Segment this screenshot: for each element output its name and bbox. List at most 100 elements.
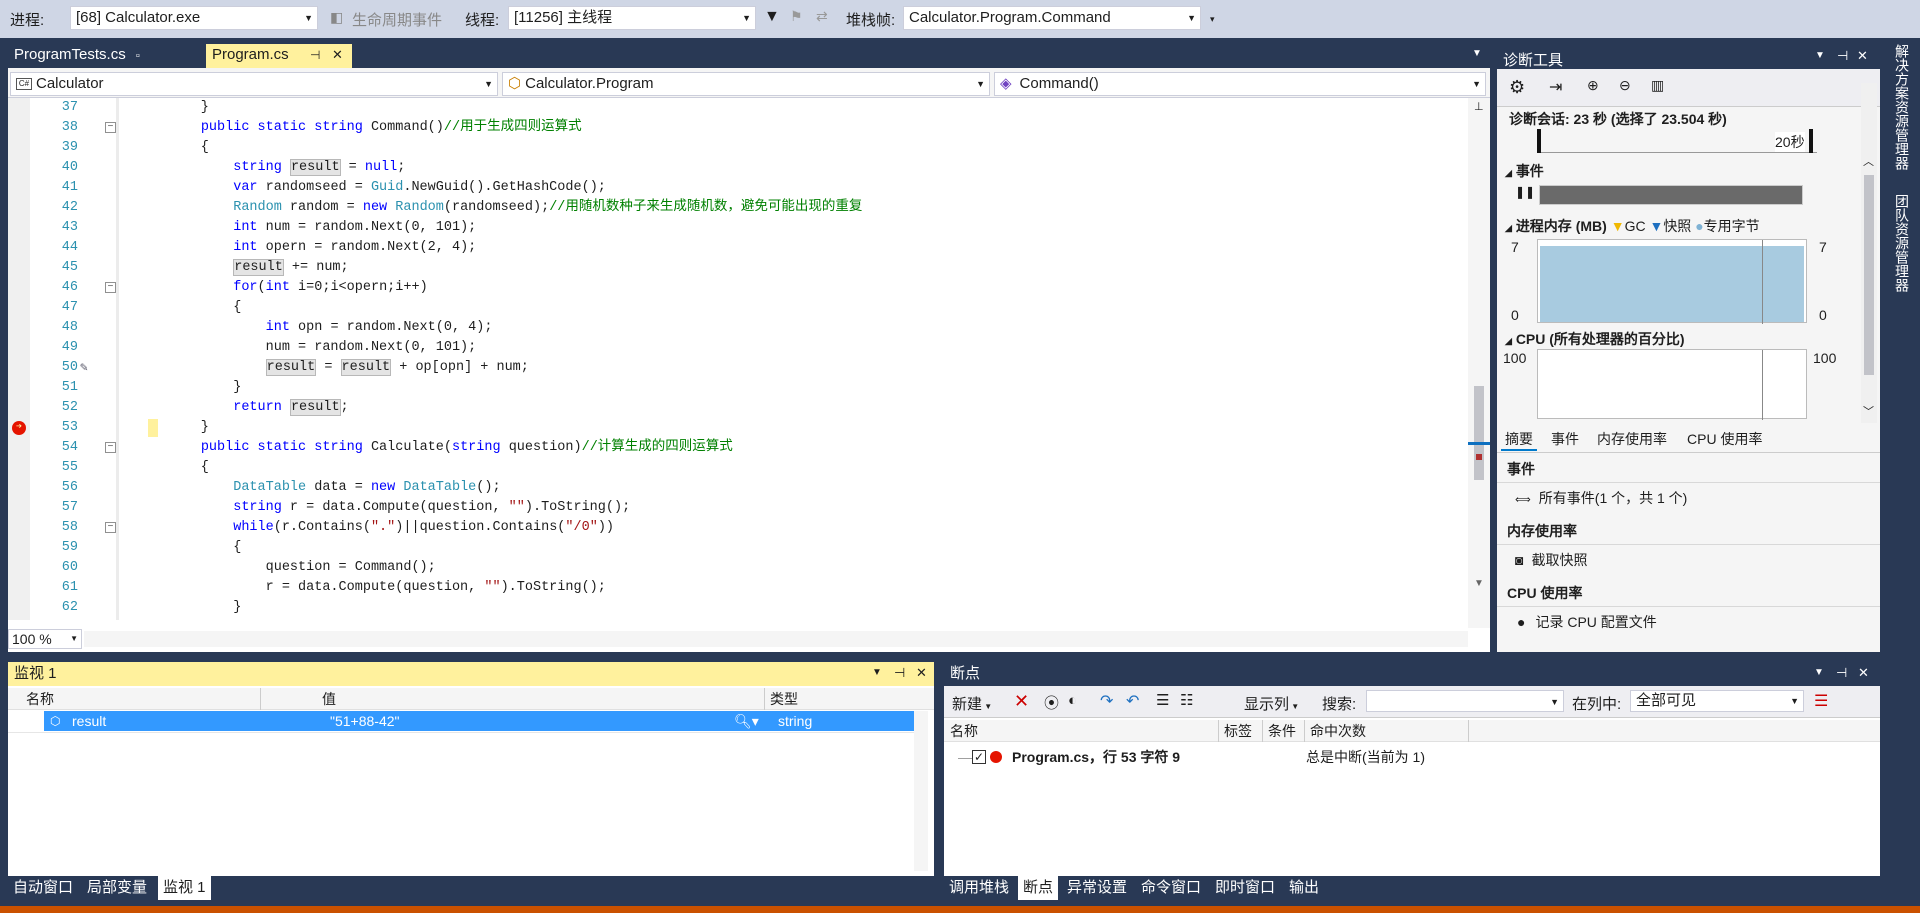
window-options-icon[interactable]: ▼: [1814, 667, 1824, 678]
goto-source-icon[interactable]: ☰: [1156, 691, 1169, 709]
cpu-chart[interactable]: [1537, 349, 1807, 420]
col-divider[interactable]: [260, 688, 261, 710]
tab-programtests[interactable]: ProgramTests.cs ▫: [8, 44, 206, 68]
selection-start[interactable]: [1537, 129, 1541, 153]
col-divider[interactable]: [1262, 720, 1263, 742]
code-text[interactable]: }: [136, 598, 241, 618]
watch-col-value[interactable]: 值: [322, 688, 336, 710]
import-icon[interactable]: ↶: [1126, 691, 1139, 711]
col-divider[interactable]: [1468, 720, 1469, 742]
code-line[interactable]: 63− while(r.Contains(".")): [8, 618, 1468, 620]
code-text[interactable]: Random random = new Random(randomseed);/…: [136, 198, 862, 218]
code-text[interactable]: string r = data.Compute(question, "").To…: [136, 498, 630, 518]
tab-memory[interactable]: 内存使用率: [1597, 429, 1667, 449]
code-line[interactable]: 42 Random random = new Random(randomseed…: [8, 198, 1468, 218]
swap-icon[interactable]: ⇄: [816, 8, 828, 25]
code-line[interactable]: 53 ➔ }: [8, 418, 1468, 438]
code-line[interactable]: 43 int num = random.Next(0, 101);: [8, 218, 1468, 238]
timeline-ruler[interactable]: 20秒: [1537, 129, 1817, 153]
code-text[interactable]: int opn = random.Next(0, 4);: [136, 318, 493, 338]
tab-locals[interactable]: 局部变量: [82, 876, 152, 900]
code-line[interactable]: 60 question = Command();: [8, 558, 1468, 578]
code-text[interactable]: string result = null;: [136, 158, 405, 178]
code-line[interactable]: 51 }: [8, 378, 1468, 398]
col-divider[interactable]: [1304, 720, 1305, 742]
collapse-outline-icon[interactable]: −: [105, 122, 116, 133]
tab-command-window[interactable]: 命令窗口: [1136, 876, 1206, 900]
pause-icon[interactable]: ❚❚: [1515, 185, 1535, 199]
chart-icon[interactable]: ▥: [1651, 77, 1664, 94]
new-breakpoint-button[interactable]: 新建 ▼: [952, 693, 992, 714]
code-line[interactable]: 46 − for(int i=0;i<opern;i++): [8, 278, 1468, 298]
close-icon[interactable]: ✕: [332, 44, 343, 66]
tab-output[interactable]: 输出: [1284, 876, 1324, 900]
class-dropdown[interactable]: ⬡ Calculator.Program ▼: [502, 72, 990, 96]
scroll-up-icon[interactable]: ︿: [1863, 153, 1874, 169]
selection-end[interactable]: [1809, 129, 1813, 153]
code-text[interactable]: }: [136, 378, 241, 398]
scroll-down-icon[interactable]: ▼: [1474, 578, 1484, 589]
code-line[interactable]: 59 {: [8, 538, 1468, 558]
filter-icon[interactable]: ▼: [764, 8, 780, 26]
in-column-dropdown[interactable]: 全部可见 ▼: [1630, 690, 1804, 712]
delete-all-icon[interactable]: ⦿: [1044, 692, 1059, 713]
breakpoint-checkbox[interactable]: ✓: [972, 750, 986, 764]
cpu-section-title[interactable]: ◢ CPU (所有处理器的百分比): [1505, 329, 1685, 349]
code-text[interactable]: for(int i=0;i<opern;i++): [136, 278, 427, 298]
watch-col-type[interactable]: 类型: [770, 688, 798, 710]
watch-row-result[interactable]: ⬡ result "51+88-42" 🔍︎▾ string: [44, 711, 922, 731]
code-line[interactable]: 39 {: [8, 138, 1468, 158]
tab-call-stack[interactable]: 调用堆栈: [944, 876, 1014, 900]
code-text[interactable]: result = result + op[opn] + num;: [136, 358, 529, 378]
tab-list-chevron-icon[interactable]: ▼: [1472, 48, 1482, 59]
code-text[interactable]: {: [136, 538, 241, 558]
watch-row-name[interactable]: result: [72, 711, 106, 731]
code-line[interactable]: 45 result += num;: [8, 258, 1468, 278]
code-text[interactable]: int opern = random.Next(2, 4);: [136, 238, 476, 258]
stackframe-dropdown[interactable]: Calculator.Program.Command ▼: [903, 6, 1201, 30]
bp-col-condition[interactable]: 条件: [1268, 720, 1296, 742]
code-text[interactable]: while(r.Contains(".")): [136, 618, 411, 620]
collapse-outline-icon[interactable]: −: [105, 522, 116, 533]
close-icon[interactable]: ✕: [1858, 665, 1869, 681]
collapse-outline-icon[interactable]: −: [105, 282, 116, 293]
memory-chart[interactable]: [1537, 239, 1807, 324]
columns-button[interactable]: 显示列 ▼: [1244, 693, 1299, 714]
memory-section-title[interactable]: ◢ 进程内存 (MB) ▼GC ▼快照 ●专用字节: [1505, 216, 1760, 236]
code-line[interactable]: 49 num = random.Next(0, 101);: [8, 338, 1468, 358]
zoom-in-icon[interactable]: ⊕: [1587, 77, 1599, 94]
code-line[interactable]: 50 ✎ result = result + op[opn] + num;: [8, 358, 1468, 378]
code-line[interactable]: 57 string r = data.Compute(question, "")…: [8, 498, 1468, 518]
events-section-title[interactable]: ◢ 事件: [1505, 161, 1544, 181]
split-icon[interactable]: ⊥: [1474, 100, 1484, 113]
code-text[interactable]: r = data.Compute(question, "").ToString(…: [136, 578, 606, 598]
tab-breakpoints[interactable]: 断点: [1018, 876, 1059, 900]
watch-col-name[interactable]: 名称: [26, 688, 54, 710]
tab-events[interactable]: 事件: [1551, 429, 1579, 449]
tab-program[interactable]: Program.cs ⊣ ✕: [206, 44, 352, 68]
editor-vertical-scrollbar[interactable]: ⊥ ▼: [1468, 98, 1490, 628]
watch-row-value[interactable]: "51+88-42": [330, 711, 400, 731]
code-text[interactable]: }: [136, 418, 209, 438]
code-text[interactable]: DataTable data = new DataTable();: [136, 478, 500, 498]
scrollbar-thumb[interactable]: [1864, 175, 1874, 375]
pin-icon[interactable]: ⊣: [1836, 665, 1847, 681]
pin-icon[interactable]: ⊣: [1837, 48, 1848, 64]
process-dropdown[interactable]: [68] Calculator.exe ▼: [70, 6, 318, 30]
code-text[interactable]: {: [136, 138, 209, 158]
code-line[interactable]: 61 r = data.Compute(question, "").ToStri…: [8, 578, 1468, 598]
clear-search-icon[interactable]: ☰: [1814, 691, 1828, 711]
bp-col-label[interactable]: 标签: [1224, 720, 1252, 742]
breakpoint-row[interactable]: — ✓ Program.cs，行 53 字符 9 总是中断(当前为 1): [944, 746, 1880, 768]
code-line[interactable]: 58 − while(r.Contains(".")||question.Cont…: [8, 518, 1468, 538]
collapse-outline-icon[interactable]: −: [105, 442, 116, 453]
col-divider[interactable]: [1218, 720, 1219, 742]
code-text[interactable]: {: [136, 458, 209, 478]
code-line[interactable]: 56 DataTable data = new DataTable();: [8, 478, 1468, 498]
code-text[interactable]: public static string Command()//用于生成四则运算…: [136, 118, 582, 138]
events-track[interactable]: [1539, 185, 1803, 205]
diagnostics-scrollbar[interactable]: ︿ ﹀: [1861, 83, 1877, 423]
code-text[interactable]: result += num;: [136, 258, 349, 278]
breakpoint-location[interactable]: Program.cs，行 53 字符 9: [1012, 746, 1180, 768]
code-line[interactable]: 44 int opern = random.Next(2, 4);: [8, 238, 1468, 258]
